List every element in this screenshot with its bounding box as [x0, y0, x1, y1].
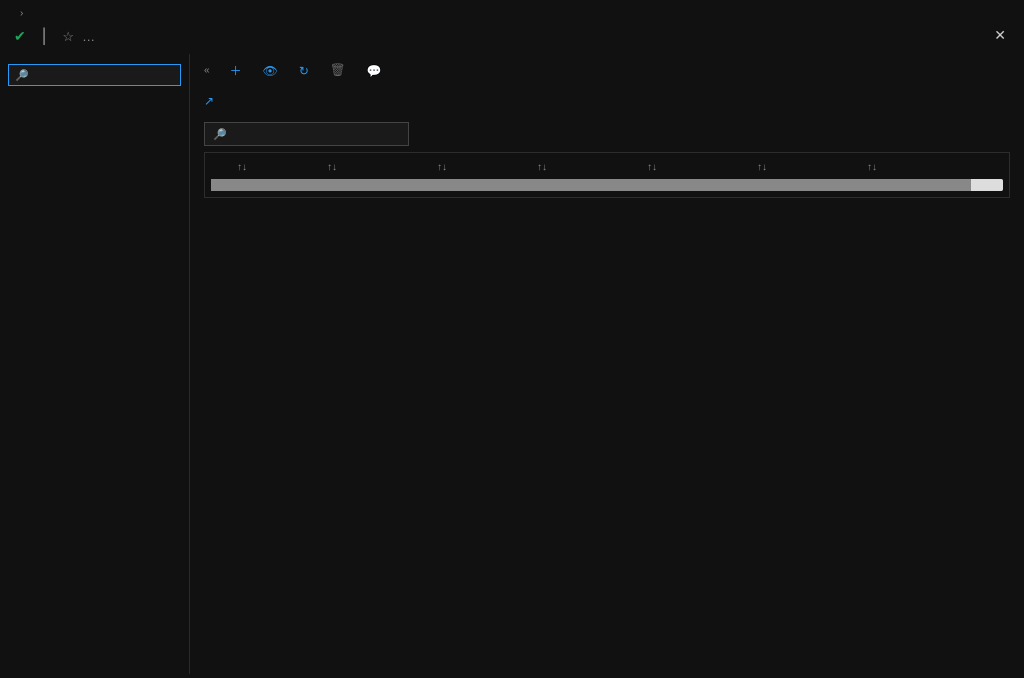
horizontal-scrollbar[interactable]: [211, 179, 1003, 191]
sidebar: 🔎 «: [0, 54, 190, 674]
col-source[interactable]: ↑↓: [643, 159, 753, 173]
sidebar-search-input[interactable]: [33, 68, 188, 82]
learn-more-link[interactable]: ↗: [204, 94, 214, 108]
feedback-button[interactable]: 💬: [367, 64, 387, 78]
page-header: ✔ | ☆ … ✕: [0, 23, 1024, 54]
refresh-icon: ↻: [299, 64, 309, 78]
col-action[interactable]: ↑↓: [863, 159, 983, 173]
add-button[interactable]: ＋: [230, 62, 247, 79]
favorite-star-icon[interactable]: ☆: [62, 29, 74, 45]
search-icon: 🔎: [15, 69, 29, 82]
sidebar-search[interactable]: 🔎 «: [8, 64, 181, 86]
col-name[interactable]: ↑↓: [323, 159, 433, 173]
col-port[interactable]: ↑↓: [433, 159, 533, 173]
trash-icon: 🗑: [330, 63, 346, 78]
refresh-button[interactable]: ↻: [299, 64, 314, 78]
col-protocol[interactable]: ↑↓: [533, 159, 643, 173]
hide-default-rules-button[interactable]: 👁: [263, 64, 283, 78]
table-header: ↑↓ ↑↓ ↑↓ ↑↓ ↑↓ ↑↓ ↑↓: [205, 152, 1009, 179]
breadcrumb: ›: [0, 0, 1024, 23]
rules-table: ↑↓ ↑↓ ↑↓ ↑↓ ↑↓ ↑↓ ↑↓: [204, 152, 1010, 198]
plus-icon: ＋: [230, 62, 242, 79]
col-priority[interactable]: ↑↓: [233, 159, 323, 173]
feedback-icon: 💬: [367, 64, 382, 78]
more-menu-icon[interactable]: …: [82, 29, 95, 44]
eye-icon: 👁: [263, 64, 278, 78]
filter-name-input[interactable]: [231, 127, 400, 141]
filters-row: 🔎: [204, 122, 1010, 146]
filter-name-search[interactable]: 🔎: [204, 122, 409, 146]
nsg-icon: ✔: [14, 28, 26, 45]
description-text: ↗: [204, 89, 1010, 122]
chevron-right-icon: ›: [20, 8, 23, 19]
col-destination[interactable]: ↑↓: [753, 159, 863, 173]
close-icon[interactable]: ✕: [990, 23, 1010, 48]
delete-button[interactable]: 🗑: [330, 63, 351, 78]
main-content: « ＋ 👁 ↻ 🗑 💬 ↗ 🔎 ↑↓ ↑↓ ↑↓: [190, 54, 1024, 674]
collapse-pane-icon[interactable]: «: [204, 65, 210, 76]
toolbar: « ＋ 👁 ↻ 🗑 💬: [204, 58, 1010, 89]
search-icon: 🔎: [213, 128, 227, 141]
